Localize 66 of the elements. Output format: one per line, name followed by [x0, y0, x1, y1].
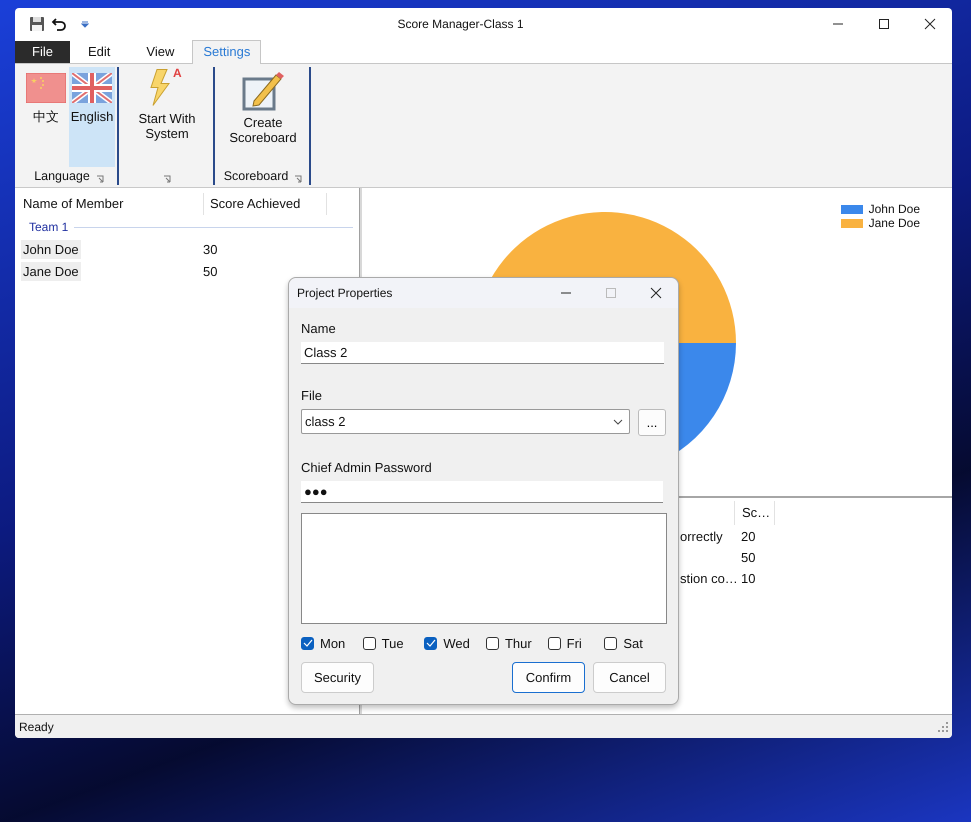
column-header[interactable]: Name of Member: [21, 193, 204, 215]
password-field[interactable]: ●●●: [301, 481, 663, 503]
status-text: Ready: [19, 720, 54, 734]
launcher-icon[interactable]: [294, 175, 302, 183]
checkbox-label: Fri: [566, 636, 582, 650]
checkbox[interactable]: [548, 636, 561, 650]
ribbon-tab[interactable]: View: [128, 41, 192, 63]
dialog-title: Project Properties: [297, 286, 392, 300]
pencil-board-icon: [242, 69, 284, 111]
resize-grip-icon[interactable]: [938, 722, 948, 732]
checkbox[interactable]: [486, 636, 499, 650]
checkbox[interactable]: [604, 636, 618, 650]
dropdown-icon[interactable]: [81, 20, 89, 28]
save-icon[interactable]: [29, 16, 45, 32]
group-header: Team 1: [29, 220, 68, 234]
checkbox-label: Thur: [504, 636, 532, 650]
checkbox-label: Wed: [443, 636, 470, 650]
browse-button[interactable]: ...: [638, 409, 666, 436]
ribbon-button[interactable]: Create Scoreboard: [219, 67, 307, 167]
ribbon-tab[interactable]: File: [15, 41, 70, 63]
table-cell: stion co…: [680, 571, 738, 586]
ribbon-button[interactable]: English: [69, 67, 115, 167]
launcher-icon[interactable]: [163, 175, 171, 183]
chevron-icon: [613, 418, 623, 424]
table-cell-text: 10: [740, 571, 756, 586]
table-cell-text: 20: [740, 529, 756, 544]
maximize-icon: [605, 287, 617, 299]
field-label: Chief Admin Password: [301, 460, 433, 475]
checkbox[interactable]: [301, 636, 314, 650]
uk-flag-icon: [72, 73, 112, 103]
table-cell: 30: [203, 242, 218, 256]
table-cell-text: 50: [740, 550, 756, 565]
window-title: Score Manager-Class 1: [396, 17, 525, 31]
table-cell: orrectly: [680, 529, 723, 544]
group-label: Language: [34, 169, 90, 183]
dialog-button[interactable]: Confirm: [512, 662, 585, 693]
checkbox[interactable]: [424, 636, 438, 650]
ribbon-tab[interactable]: Edit: [70, 41, 128, 63]
china-flag-icon: [26, 73, 66, 103]
maximize-icon[interactable]: [878, 18, 890, 30]
legend-label: Jane Doe: [868, 216, 920, 230]
input-field[interactable]: Class 2: [301, 342, 664, 364]
dropdown-field[interactable]: class 2: [301, 409, 630, 434]
group-label: Scoreboard: [224, 169, 288, 183]
ribbon-tab[interactable]: Settings: [192, 40, 262, 64]
ribbon-button[interactable]: A Start With System: [123, 67, 211, 167]
close-icon[interactable]: [924, 18, 936, 30]
checkbox-label: Sat: [623, 636, 643, 650]
checkbox-label: Tue: [382, 636, 404, 650]
undo-icon[interactable]: [51, 16, 67, 32]
ribbon-button[interactable]: 中文: [23, 67, 69, 167]
letter-label: A: [173, 67, 182, 79]
table-cell: 50: [203, 264, 218, 278]
field-label: File: [301, 388, 323, 403]
column-header[interactable]: Score Achieved: [204, 193, 327, 215]
checkbox[interactable]: [362, 636, 376, 650]
dialog-button[interactable]: Cancel: [593, 662, 666, 693]
field-label: Name: [301, 321, 337, 336]
checkbox-label: Mon: [320, 636, 346, 650]
dialog-button[interactable]: Security: [301, 662, 374, 693]
column-header[interactable]: Sc…: [734, 501, 775, 525]
close-icon[interactable]: [650, 287, 662, 299]
text-area[interactable]: [301, 513, 667, 624]
launcher-icon[interactable]: [96, 175, 104, 183]
lightning-icon: [150, 69, 170, 107]
legend-label: John Doe: [868, 202, 920, 216]
